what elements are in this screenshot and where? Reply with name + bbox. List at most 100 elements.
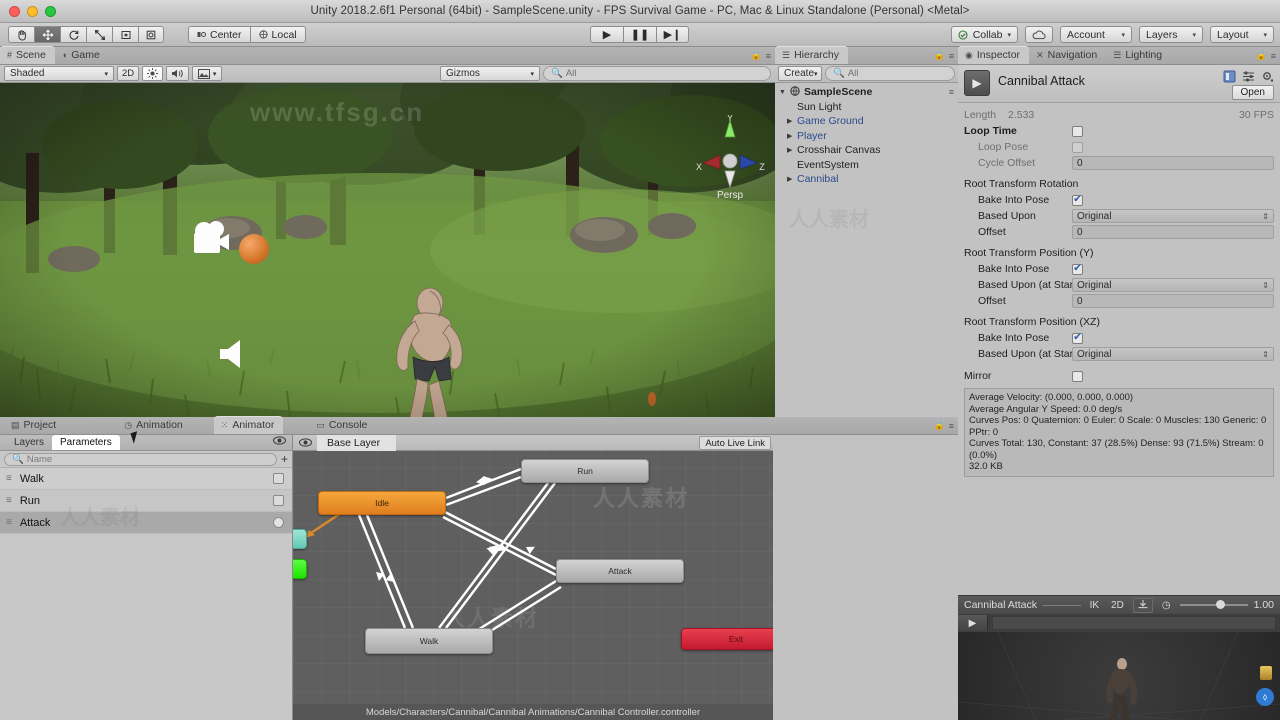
cloud-button[interactable]	[1025, 26, 1053, 43]
pause-button[interactable]: ❚❚	[623, 26, 656, 43]
state-node-run[interactable]: Run	[521, 459, 649, 483]
animator-panel-menu[interactable]: 🔒 ≡	[934, 420, 954, 431]
tab-animation[interactable]: ◷ Animation	[117, 416, 192, 434]
chevron-right-icon[interactable]: ▶	[787, 175, 797, 183]
parameter-search-input[interactable]: 🔍 Name	[4, 452, 277, 466]
tab-hierarchy[interactable]: ☰ Hierarchy	[775, 46, 849, 64]
rotation-offset-row[interactable]: Offset 0	[958, 224, 1280, 240]
rotation-bake-into-pose-row[interactable]: Bake Into Pose	[958, 192, 1280, 208]
scene-orientation-gizmo[interactable]: Y X Z Persp	[693, 113, 767, 201]
preview-viewport[interactable]: 0:00 (000.0%) Frame 0 ⬨	[958, 632, 1280, 720]
hierarchy-item-game-ground[interactable]: ▶ Game Ground	[775, 114, 958, 129]
panel-menu-icon[interactable]: ≡	[1271, 51, 1276, 61]
parameters-list[interactable]: ≡ Walk ≡ Run ≡ Attack	[0, 468, 292, 534]
account-dropdown[interactable]: Account ▾	[1060, 26, 1132, 43]
drag-handle-icon[interactable]: ≡	[6, 473, 12, 484]
rotation-based-upon-row[interactable]: Based Upon Original ⇕	[958, 208, 1280, 224]
inspector-panel-menu[interactable]: 🔒 ≡	[1256, 50, 1276, 61]
hierarchy-item-samplescene[interactable]: ▼ SampleScene ≡	[775, 85, 958, 100]
cycle-offset-row[interactable]: Cycle Offset 0	[958, 155, 1280, 171]
tab-project[interactable]: ▤ Project	[4, 416, 65, 434]
panel-menu-icon[interactable]: ≡	[949, 51, 954, 61]
state-node-walk[interactable]: Walk	[365, 628, 493, 654]
subtab-layers[interactable]: Layers	[6, 435, 52, 450]
rect-tool-icon[interactable]	[112, 26, 138, 43]
scene-viewport[interactable]: Y X Z Persp www.tfsg.cn	[0, 83, 775, 435]
pivot-toggle-icon[interactable]	[1132, 597, 1153, 613]
play-button[interactable]: ▶	[590, 26, 623, 43]
scene-panel-menu[interactable]: 🔒 ≡	[751, 50, 771, 61]
audio-source-gizmo-icon[interactable]	[216, 337, 258, 374]
drag-handle-icon[interactable]: ≡	[6, 495, 12, 506]
parameter-row-walk[interactable]: ≡ Walk	[0, 468, 292, 490]
chevron-right-icon[interactable]: ▶	[787, 146, 797, 154]
chevron-down-icon[interactable]: ▼	[779, 89, 789, 96]
pivot-space-group[interactable]: Center Local	[188, 26, 306, 43]
sliders-icon[interactable]	[1242, 71, 1255, 85]
scene-search-input[interactable]: 🔍 All	[543, 66, 771, 81]
lock-icon[interactable]: 🔒	[934, 420, 945, 431]
parameter-bool-checkbox[interactable]	[273, 473, 284, 484]
posy-bake-into-pose-row[interactable]: Bake Into Pose	[958, 261, 1280, 277]
tab-inspector[interactable]: ◉ Inspector	[958, 46, 1030, 64]
parameter-bool-checkbox[interactable]	[273, 495, 284, 506]
collab-dropdown[interactable]: Collab ▾	[950, 26, 1018, 43]
lock-icon[interactable]: 🔒	[1256, 50, 1267, 61]
state-node-exit[interactable]: Exit	[681, 628, 773, 650]
playback-speed-slider[interactable]	[1179, 600, 1248, 609]
state-node-idle[interactable]: Idle	[318, 491, 446, 515]
create-dropdown[interactable]: Create ▾	[778, 66, 822, 81]
parameter-row-attack[interactable]: ≡ Attack	[0, 512, 292, 534]
hierarchy-search-input[interactable]: 🔍 All	[825, 66, 955, 81]
loop-time-checkbox[interactable]	[1072, 125, 1083, 137]
auto-live-link-button[interactable]: Auto Live Link	[699, 436, 771, 450]
state-machine-graph[interactable]: Run Idle Attack Walk Exit 人人素材 人人素材 Mode…	[293, 451, 773, 720]
hierarchy-item-crosshair-canvas[interactable]: ▶ Crosshair Canvas	[775, 143, 958, 158]
hierarchy-item-eventsystem[interactable]: EventSystem	[775, 158, 958, 173]
hierarchy-panel-menu[interactable]: 🔒 ≡	[934, 50, 954, 61]
move-tool-icon[interactable]	[34, 26, 60, 43]
layout-dropdown[interactable]: Layout ▾	[1210, 26, 1274, 43]
state-node-entry[interactable]	[293, 559, 307, 579]
playmode-controls[interactable]: ▶ ❚❚ ▶❙	[590, 26, 689, 43]
layer-visibility-icon[interactable]	[293, 438, 317, 447]
gear-icon[interactable]	[1261, 70, 1274, 86]
hierarchy-item-sun-light[interactable]: Sun Light	[775, 100, 958, 115]
posxz-based-upon-row[interactable]: Based Upon (at Start) Original ⇕	[958, 346, 1280, 362]
offset-field[interactable]: 0	[1072, 225, 1274, 239]
posy-based-upon-row[interactable]: Based Upon (at Start) Original ⇕	[958, 277, 1280, 293]
projection-mode-label[interactable]: Persp	[693, 190, 767, 201]
state-node-any-state[interactable]	[293, 529, 307, 549]
shading-mode-dropdown[interactable]: Shaded ▾	[4, 66, 114, 81]
slider-knob[interactable]	[1215, 600, 1225, 609]
layers-dropdown[interactable]: Layers ▾	[1139, 26, 1203, 43]
inspector-header-icons[interactable]	[1223, 70, 1274, 86]
lock-icon[interactable]: 🔒	[751, 50, 762, 61]
based-upon-dropdown[interactable]: Original ⇕	[1072, 209, 1274, 223]
mirror-checkbox[interactable]	[1072, 370, 1083, 382]
preview-lighting-icon[interactable]	[1260, 666, 1272, 680]
loop-time-row[interactable]: Loop Time	[958, 123, 1280, 139]
breadcrumb-base-layer[interactable]: Base Layer	[317, 435, 397, 451]
preset-icon[interactable]	[1223, 70, 1236, 86]
preview-eye-icon[interactable]	[273, 436, 286, 448]
hierarchy-item-player[interactable]: ▶ Player	[775, 129, 958, 144]
scene-fx-dropdown[interactable]: ▾	[192, 66, 223, 81]
panel-menu-icon[interactable]: ≡	[949, 421, 954, 431]
hierarchy-tree[interactable]: ▼ SampleScene ≡ Sun Light ▶ Game Ground …	[775, 83, 958, 231]
preview-timeline[interactable]: ▶	[958, 614, 1280, 632]
open-button[interactable]: Open	[1231, 85, 1274, 100]
tab-navigation[interactable]: ✕ Navigation	[1029, 46, 1106, 64]
drag-handle-icon[interactable]: ≡	[6, 517, 12, 528]
posxz-bake-into-pose-row[interactable]: Bake Into Pose	[958, 330, 1280, 346]
gizmos-dropdown[interactable]: Gizmos ▾	[440, 66, 540, 81]
hierarchy-item-cannibal[interactable]: ▶ Cannibal	[775, 172, 958, 187]
parameter-row-run[interactable]: ≡ Run	[0, 490, 292, 512]
offset-field[interactable]: 0	[1072, 294, 1274, 308]
tab-animator[interactable]: ⁙ Animator	[213, 416, 284, 434]
scale-tool-icon[interactable]	[86, 26, 112, 43]
based-upon-dropdown[interactable]: Original ⇕	[1072, 278, 1274, 292]
cycle-offset-field[interactable]: 0	[1072, 156, 1274, 170]
bake-into-pose-checkbox[interactable]	[1072, 332, 1083, 344]
mirror-row[interactable]: Mirror	[958, 368, 1280, 384]
